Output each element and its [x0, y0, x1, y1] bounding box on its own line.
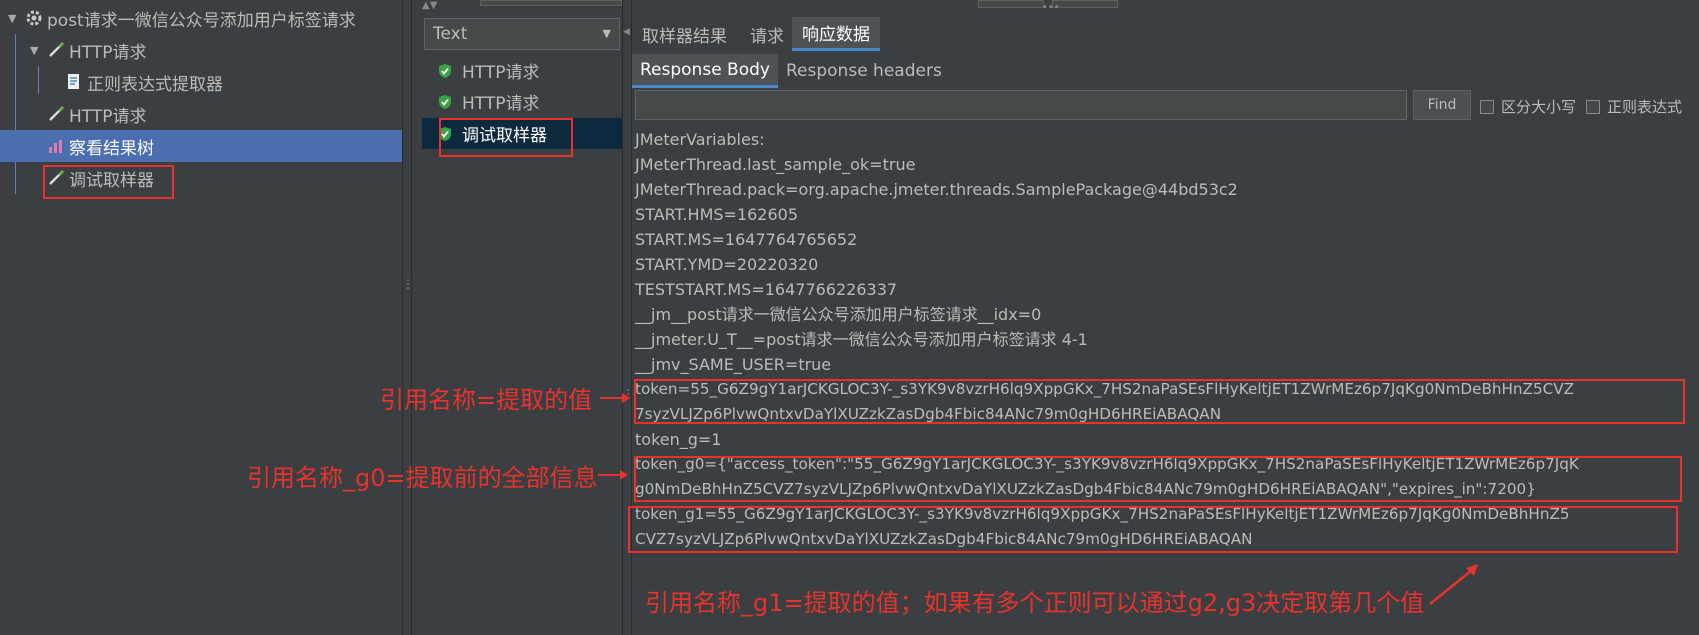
top-field-3[interactable]: [1052, 0, 1118, 8]
expand-arrow-icon[interactable]: ▼: [30, 44, 44, 57]
tree-node-http-request-2[interactable]: HTTP请求: [46, 98, 147, 130]
checkbox-box[interactable]: [1480, 99, 1494, 114]
panel-splitter[interactable]: ⋮: [402, 0, 414, 635]
success-shield-icon: [436, 93, 454, 111]
annotation-g0: 引用名称_g0=提取前的全部信息: [247, 464, 598, 492]
pipette-icon: [46, 104, 66, 124]
case-sensitive-checkbox[interactable]: 区分大小写: [1480, 96, 1576, 117]
arrow-up-right-icon: [1429, 564, 1478, 605]
top-field-2[interactable]: [978, 0, 1044, 8]
collapse-arrows-icon[interactable]: ▲▼: [422, 0, 472, 14]
body-line: START.HMS=162605: [635, 205, 799, 224]
search-input[interactable]: [635, 90, 1407, 120]
highlight-box-token-g1: [628, 506, 1678, 553]
annotation-token: 引用名称=提取的值: [380, 386, 593, 414]
tree-node-regex-extractor[interactable]: 正则表达式提取器: [64, 66, 223, 98]
chart-icon: [46, 136, 66, 156]
body-line: TESTSTART.MS=1647766226337: [635, 280, 898, 299]
tab-label: 请求: [750, 26, 784, 47]
highlight-box-token-g0: [634, 456, 1682, 502]
document-icon: [64, 72, 84, 92]
tab-response-data[interactable]: 响应数据: [792, 17, 880, 51]
regex-checkbox[interactable]: 正则表达式: [1586, 96, 1682, 117]
result-item-http-request-2[interactable]: HTTP请求: [422, 86, 636, 117]
tab-sampler-result[interactable]: 取样器结果: [632, 17, 737, 51]
top-field[interactable]: [480, 0, 622, 6]
renderer-value: Text: [433, 24, 468, 44]
tree-node-view-results-tree[interactable]: 察看结果树: [0, 130, 402, 162]
body-line: __jm__post请求一微信公众号添加用户标签请求__idx=0: [635, 305, 1042, 324]
success-shield-icon: [436, 62, 454, 80]
drag-handle-icon[interactable]: •••: [1042, 2, 1060, 13]
tab-request[interactable]: 请求: [740, 17, 794, 51]
body-line: START.MS=1647764765652: [635, 230, 858, 249]
body-line: JMeterThread.last_sample_ok=true: [635, 155, 916, 174]
tab-label: 响应数据: [802, 25, 870, 45]
chevron-down-icon: ▼: [602, 27, 611, 40]
tab-label: 取样器结果: [642, 26, 727, 47]
tree-node-label: 察看结果树: [69, 138, 154, 159]
highlight-box-token: [634, 379, 1685, 424]
checkbox-label: 正则表达式: [1607, 98, 1683, 116]
body-line: START.YMD=20220320: [635, 255, 819, 274]
body-line: __jmv_SAME_USER=true: [635, 355, 832, 374]
tab-response-body[interactable]: Response Body: [632, 54, 778, 88]
body-line: JMeterVariables:: [635, 130, 765, 149]
arrow-right-icon: [600, 393, 630, 403]
pipette-icon: [46, 40, 66, 60]
highlight-box-debug-result: [439, 118, 573, 157]
tab-response-headers[interactable]: Response headers: [776, 54, 952, 88]
test-plan-tree: ▼ post请求一微信公众号添加用户标签请求 ▼ HTTP请求 正则表达式提取器…: [0, 0, 402, 635]
body-line: JMeterThread.pack=org.apache.jmeter.thre…: [635, 180, 1238, 199]
result-item-label: HTTP请求: [462, 63, 540, 83]
tree-node-http-request[interactable]: ▼ HTTP请求: [30, 34, 147, 66]
tab-label: Response headers: [786, 61, 942, 81]
result-item-label: HTTP请求: [462, 94, 540, 114]
annotation-g1: 引用名称_g1=提取的值；如果有多个正则可以通过g2,g3决定取第几个值: [645, 589, 1425, 617]
expand-arrow-icon[interactable]: ▼: [8, 12, 22, 25]
renderer-select[interactable]: Text ▼: [424, 18, 620, 50]
tree-node-label: post请求一微信公众号添加用户标签请求: [47, 10, 356, 31]
tree-node-label: HTTP请求: [69, 42, 147, 63]
checkbox-label: 区分大小写: [1501, 98, 1577, 116]
tree-node-test-plan[interactable]: ▼ post请求一微信公众号添加用户标签请求: [8, 2, 356, 34]
tree-guide-line: [38, 66, 39, 94]
tree-node-label: HTTP请求: [69, 106, 147, 127]
result-item-http-request[interactable]: HTTP请求: [422, 55, 636, 86]
body-line: __jmeter.U_T__=post请求一微信公众号添加用户标签请求 4-1: [635, 330, 1088, 349]
highlight-box-debug-sampler: [43, 165, 174, 199]
arrow-right-icon: [598, 470, 628, 480]
splitter-arrow-icon[interactable]: ◀: [623, 28, 630, 37]
checkbox-box[interactable]: [1586, 99, 1600, 114]
gear-icon: [24, 8, 44, 28]
tree-guide-line: [15, 34, 16, 194]
tab-label: Response Body: [640, 59, 770, 80]
result-list-panel: ▲▼ Text ▼ HTTP请求 HTTP请求 调试取样器: [412, 0, 638, 635]
body-line: token_g=1: [635, 430, 722, 449]
find-button[interactable]: Find: [1413, 90, 1471, 120]
tree-node-label: 正则表达式提取器: [87, 74, 223, 95]
